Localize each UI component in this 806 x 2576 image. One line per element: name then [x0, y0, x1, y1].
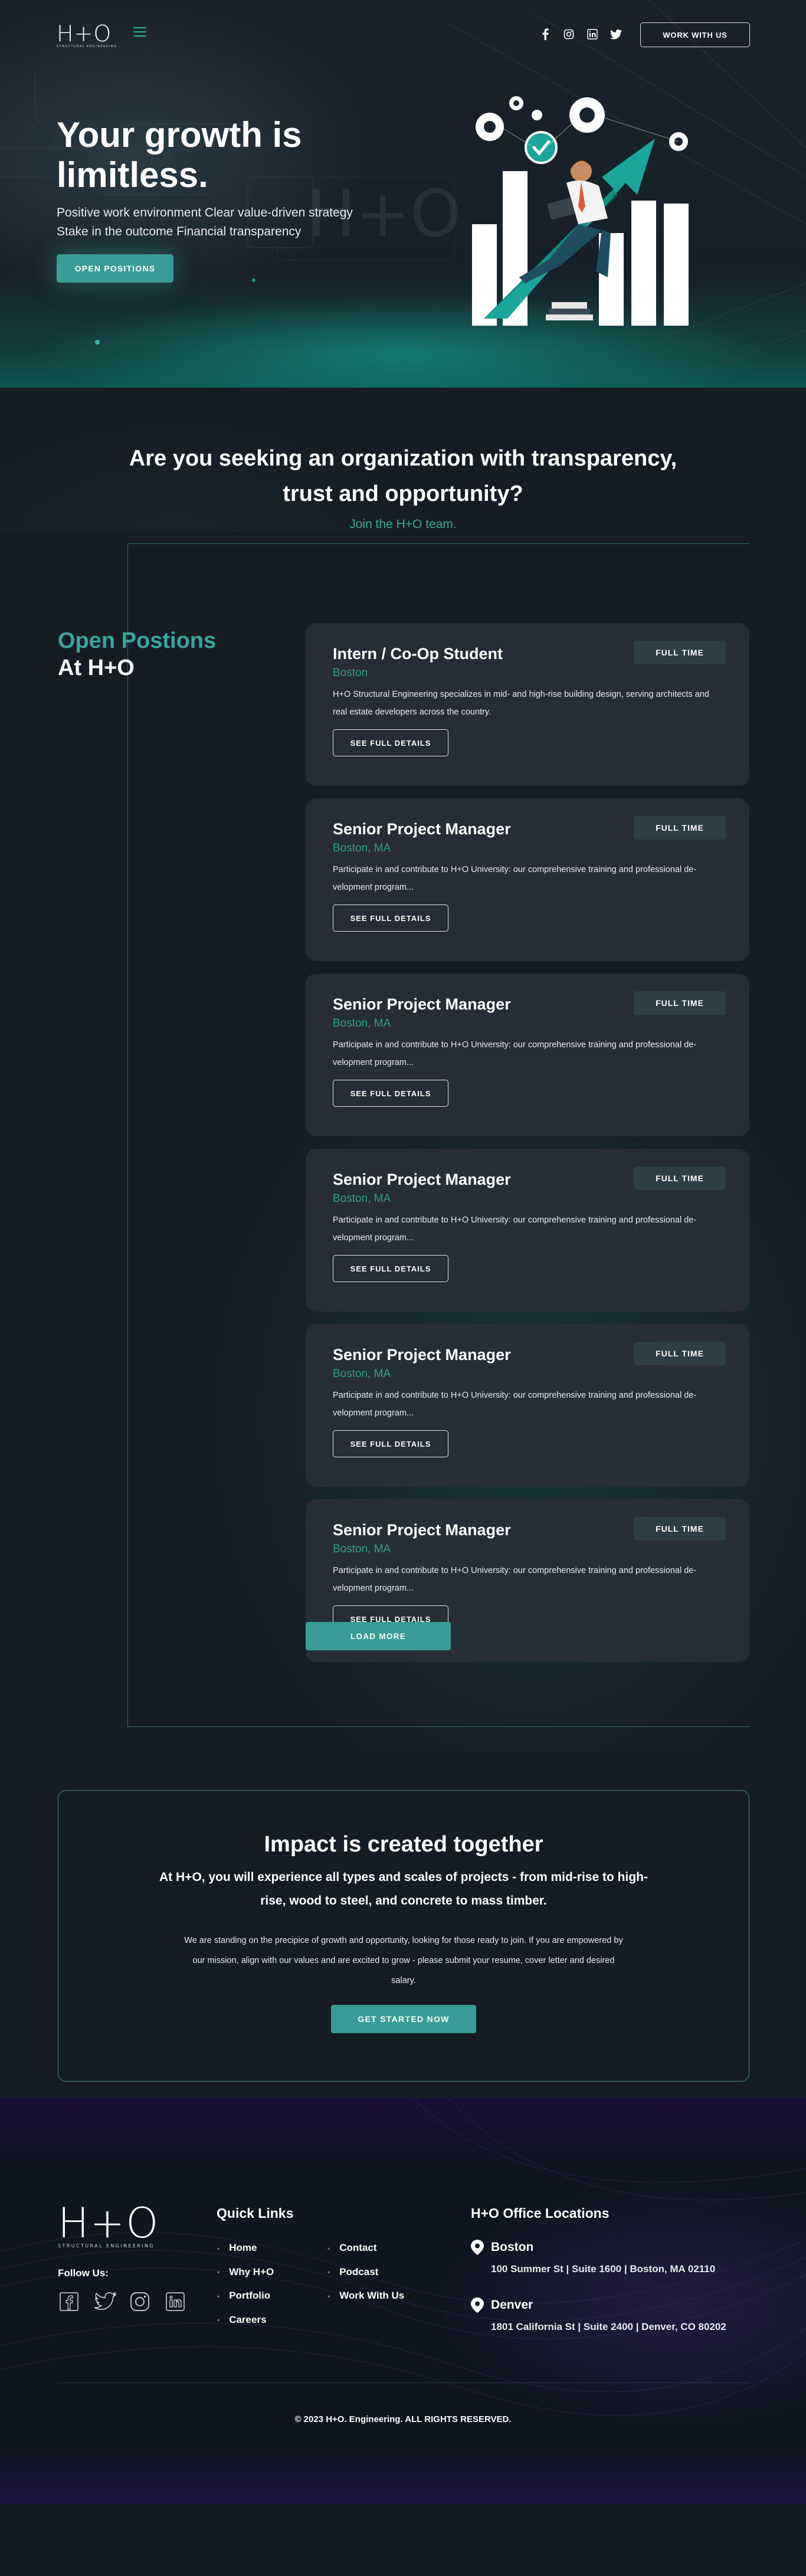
quick-links-title: Quick Links: [217, 2205, 294, 2221]
facebook-icon[interactable]: [58, 2290, 80, 2313]
open-positions-button[interactable]: OPEN POSITIONS: [57, 254, 173, 283]
job-location: Boston: [333, 667, 368, 679]
linkedin-icon[interactable]: [585, 27, 599, 41]
footer-link-contact[interactable]: Contact: [327, 2236, 404, 2260]
office-address: 1801 California St | Suite 2400 | Denver…: [491, 2321, 726, 2332]
job-description: Participate in and contribute to H+O Uni…: [333, 865, 697, 892]
quick-links-column-2: Contact Podcast Work With Us: [327, 2236, 404, 2308]
impact-box: Impact is created together At H+O, you w…: [58, 1790, 749, 2082]
twitter-icon[interactable]: [93, 2290, 117, 2313]
instagram-icon[interactable]: [562, 27, 576, 41]
brand-logo[interactable]: H+O STRUCTURAL ENGINEERING: [57, 22, 116, 48]
office-boston: Boston 100 Summer St | Suite 1600 | Bost…: [471, 2240, 715, 2275]
job-description: Participate in and contribute to H+O Uni…: [333, 1391, 697, 1418]
seeking-section: Are you seeking an organization with tra…: [0, 388, 806, 532]
job-description: Participate in and contribute to H+O Uni…: [333, 1215, 697, 1243]
map-pin-icon: [471, 2298, 484, 2313]
open-positions-heading-line1: Open Postions: [58, 628, 217, 653]
logo-mark: H+O: [57, 21, 112, 47]
office-denver: Denver 1801 California St | Suite 2400 |…: [471, 2298, 726, 2333]
job-type-badge: FULL TIME: [634, 816, 726, 840]
seeking-title: Are you seeking an organization with tra…: [129, 446, 677, 506]
office-address: 100 Summer St | Suite 1600 | Boston, MA …: [491, 2263, 716, 2275]
site-footer: H+O STRUCTURAL ENGINEERING Follow Us: Qu…: [0, 2098, 806, 2504]
impact-body: We are standing on the precipice of grow…: [184, 1936, 623, 1985]
office-city: Boston: [491, 2240, 534, 2254]
get-started-button[interactable]: GET STARTED NOW: [331, 2005, 476, 2033]
hamburger-icon[interactable]: [133, 27, 146, 38]
job-description: Participate in and contribute to H+O Uni…: [333, 1040, 697, 1067]
hero-section: H+O H+O STRUCTURAL ENGINEERING WORK WITH…: [0, 0, 806, 388]
open-positions-heading-line2: At H+O: [58, 656, 135, 680]
hero-title: Your growth is limitless.: [57, 115, 422, 195]
map-pin-icon: [471, 2240, 484, 2255]
footer-link-portfolio[interactable]: Portfolio: [217, 2284, 274, 2308]
top-navigation: H+O STRUCTURAL ENGINEERING WORK WITH US: [0, 0, 806, 70]
growth-illustration: [472, 96, 689, 326]
twitter-icon[interactable]: [609, 27, 623, 41]
footer-logo[interactable]: H+O STRUCTURAL ENGINEERING: [58, 2199, 160, 2249]
job-type-badge: FULL TIME: [634, 1166, 726, 1190]
see-full-details-button[interactable]: SEE FULL DETAILS: [333, 904, 448, 932]
job-type-badge: FULL TIME: [634, 641, 726, 664]
footer-social-links: [58, 2290, 186, 2313]
job-location: Boston, MA: [333, 1017, 391, 1030]
facebook-icon[interactable]: [538, 27, 552, 41]
job-card: Intern / Co-Op Student Boston H+O Structur…: [306, 623, 749, 786]
job-card: Senior Project Manager Boston, MA Particip…: [306, 1149, 749, 1312]
open-positions-heading: Open Postions At H+O: [58, 627, 216, 681]
see-full-details-button[interactable]: SEE FULL DETAILS: [333, 1430, 448, 1457]
quick-links-column-1: Home Why H+O Portfolio Careers: [217, 2236, 274, 2332]
copyright-text: © 2023 H+O. Engineering. ALL RIGHTS RESE…: [294, 2414, 512, 2424]
job-type-badge: FULL TIME: [634, 1517, 726, 1541]
job-location: Boston, MA: [333, 1543, 391, 1555]
header-social-links: [538, 27, 623, 41]
job-type-badge: FULL TIME: [634, 1342, 726, 1365]
job-location: Boston, MA: [333, 1192, 391, 1205]
office-locations-title: H+O Office Locations: [471, 2205, 610, 2221]
instagram-icon[interactable]: [129, 2290, 151, 2313]
job-description: Participate in and contribute to H+O Uni…: [333, 1566, 697, 1593]
footer-link-home[interactable]: Home: [217, 2236, 274, 2260]
logo-subtitle: STRUCTURAL ENGINEERING: [57, 45, 117, 48]
impact-section: Impact is created together At H+O, you w…: [0, 1753, 806, 2098]
footer-link-work-with-us[interactable]: Work With Us: [327, 2284, 404, 2308]
job-type-badge: FULL TIME: [634, 991, 726, 1015]
footer-link-podcast[interactable]: Podcast: [327, 2260, 404, 2285]
impact-lead: At H+O, you will experience all types an…: [159, 1870, 648, 1908]
linkedin-icon[interactable]: [164, 2290, 186, 2313]
work-with-us-button[interactable]: WORK WITH US: [640, 22, 750, 47]
job-description: H+O Structural Engineering specializes i…: [333, 690, 709, 717]
impact-title: Impact is created together: [264, 1832, 543, 1857]
hero-value-line2: Stake in the outcome Financial transpare…: [57, 225, 302, 238]
job-location: Boston, MA: [333, 842, 391, 854]
job-card: Senior Project Manager Boston, MA Particip…: [306, 798, 749, 961]
see-full-details-button[interactable]: SEE FULL DETAILS: [333, 729, 448, 756]
job-card: Senior Project Manager Boston, MA Particip…: [306, 1324, 749, 1487]
footer-divider: [58, 2382, 749, 2383]
load-more-button[interactable]: LOAD MORE: [306, 1622, 451, 1650]
job-card: Senior Project Manager Boston, MA Particip…: [306, 974, 749, 1136]
hero-title-line2: limitless.: [57, 155, 208, 195]
see-full-details-button[interactable]: SEE FULL DETAILS: [333, 1255, 448, 1282]
footer-logo-subtitle: STRUCTURAL ENGINEERING: [58, 2243, 155, 2249]
hero-title-line1: Your growth is: [57, 115, 302, 155]
job-location: Boston, MA: [333, 1368, 391, 1380]
open-positions-section: Open Postions At H+O Intern / Co-Op Stud…: [0, 532, 806, 1753]
hero-value-line1: Positive work environment Clear value-dr…: [57, 206, 353, 219]
hero-text: Your growth is limitless. Positive work …: [57, 115, 422, 283]
footer-link-why-ho[interactable]: Why H+O: [217, 2260, 274, 2285]
follow-us-label: Follow Us:: [58, 2267, 109, 2279]
seeking-subtitle: Join the H+O team.: [349, 517, 457, 531]
office-city: Denver: [491, 2298, 533, 2312]
footer-link-careers[interactable]: Careers: [217, 2308, 274, 2332]
see-full-details-button[interactable]: SEE FULL DETAILS: [333, 1080, 448, 1107]
footer-logo-mark: H+O: [58, 2199, 160, 2247]
